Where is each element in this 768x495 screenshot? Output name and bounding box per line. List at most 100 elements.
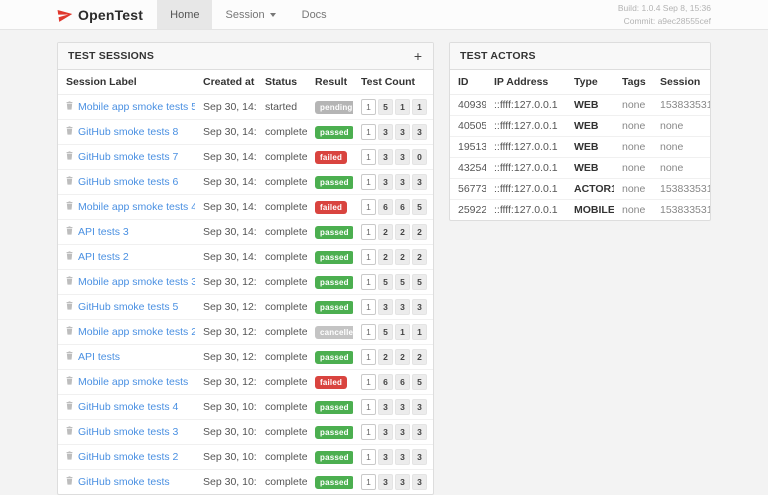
session-link[interactable]: GitHub smoke tests 8 (78, 126, 178, 138)
delete-session-icon[interactable] (66, 351, 73, 363)
test-count-chip: 1 (395, 324, 410, 340)
delete-session-icon[interactable] (66, 201, 73, 213)
test-count-chip: 5 (378, 324, 393, 340)
test-count-chip: 1 (361, 149, 376, 165)
result-badge: cancelled (315, 325, 353, 339)
actors-table-body: 40939::ffff:127.0.0.1WEBnone153833531040… (450, 94, 710, 221)
test-count-cell: 1555 (353, 269, 433, 295)
delete-session-icon[interactable] (66, 126, 73, 138)
created-at-cell: Sep 30, 10:38 (195, 419, 257, 445)
actor-tags-cell: none (614, 115, 652, 137)
test-count-chip: 6 (378, 199, 393, 215)
actor-tags-cell: none (614, 157, 652, 179)
test-count-cell: 1333 (353, 419, 433, 445)
nav-item-session[interactable]: Session (212, 0, 288, 29)
delete-session-icon[interactable] (66, 301, 73, 313)
test-count-chip: 3 (395, 124, 410, 140)
result-badge: passed (315, 125, 353, 139)
session-link[interactable]: GitHub smoke tests 7 (78, 151, 178, 163)
test-count-chip: 3 (395, 149, 410, 165)
nav-session-label: Session (225, 8, 265, 21)
actor-ip-cell: ::ffff:127.0.0.1 (486, 115, 566, 137)
test-count-chip: 2 (378, 249, 393, 265)
session-link[interactable]: API tests 3 (78, 226, 129, 238)
delete-session-icon[interactable] (66, 476, 73, 488)
session-label-cell: GitHub smoke tests 4 (58, 394, 195, 420)
session-link[interactable]: Mobile app smoke tests 4 (78, 201, 195, 213)
delete-session-icon[interactable] (66, 426, 73, 438)
session-link[interactable]: Mobile app smoke tests (78, 376, 188, 388)
actor-session-cell: none (652, 136, 710, 158)
test-count-cell: 1333 (353, 294, 433, 320)
status-cell: completed (257, 419, 307, 445)
session-link[interactable]: GitHub smoke tests 2 (78, 451, 178, 463)
chevron-down-icon (269, 12, 276, 17)
actor-tags-cell: none (614, 178, 652, 200)
sessions-table-body: Mobile app smoke tests 5Sep 30, 14:21sta… (58, 94, 433, 495)
delete-session-icon[interactable] (66, 451, 73, 463)
delete-session-icon[interactable] (66, 401, 73, 413)
status-cell: completed (257, 244, 307, 270)
session-link[interactable]: GitHub smoke tests 6 (78, 176, 178, 188)
result-badge: passed (315, 175, 353, 189)
result-cell: passed (307, 169, 353, 195)
delete-session-icon[interactable] (66, 251, 73, 263)
actor-row: 56773::ffff:127.0.0.1ACTOR1none153833531… (450, 178, 710, 200)
session-link[interactable]: Mobile app smoke tests 2 (78, 326, 195, 338)
delete-session-icon[interactable] (66, 101, 73, 113)
session-label-cell: API tests 2 (58, 244, 195, 270)
delete-session-icon[interactable] (66, 151, 73, 163)
actor-id-cell: 19513 (450, 136, 486, 158)
test-count-chip: 2 (412, 349, 427, 365)
delete-session-icon[interactable] (66, 226, 73, 238)
session-link[interactable]: API tests (78, 351, 120, 363)
session-label-cell: API tests (58, 344, 195, 370)
actor-id-cell: 25922 (458, 204, 486, 216)
session-row: Mobile app smoke tests 2Sep 30, 12:12com… (58, 319, 433, 345)
nav-item-docs[interactable]: Docs (289, 0, 340, 29)
session-link[interactable]: API tests 2 (78, 251, 129, 263)
delete-session-icon[interactable] (66, 326, 73, 338)
test-count-chip: 3 (378, 299, 393, 315)
status-cell: completed (257, 169, 307, 195)
top-navbar: OpenTest Home Session Docs Build: 1.0.4 … (0, 0, 768, 30)
session-row: Mobile app smoke tests 3Sep 30, 12:14com… (58, 269, 433, 295)
status-cell: completed (257, 194, 307, 220)
created-at-cell: Sep 30, 12:12 (195, 344, 257, 370)
result-cell: passed (307, 269, 353, 295)
actor-session-cell: 1538335310 (660, 204, 710, 216)
col-id: ID (450, 70, 486, 95)
actor-type-cell: WEB (566, 115, 614, 137)
session-label-cell: Mobile app smoke tests (58, 369, 195, 395)
session-link[interactable]: GitHub smoke tests 4 (78, 401, 178, 413)
test-count-chip: 6 (395, 199, 410, 215)
session-row: Mobile app smoke tests Sep 30, 12:10compl… (58, 369, 433, 395)
session-link[interactable]: GitHub smoke tests 3 (78, 426, 178, 438)
session-link[interactable]: GitHub smoke tests (78, 476, 170, 488)
actor-session-cell: none (652, 115, 710, 137)
session-row: API tests 2Sep 30, 14:14completedpassed1… (58, 244, 433, 270)
delete-session-icon[interactable] (66, 276, 73, 288)
nav-item-home[interactable]: Home (157, 0, 213, 29)
test-count-chip: 3 (395, 474, 410, 490)
test-count-cell: 1665 (353, 369, 433, 395)
delete-session-icon[interactable] (66, 376, 73, 388)
test-count-cell: 1665 (353, 194, 433, 220)
actor-ip-cell: ::ffff:127.0.0.1 (486, 136, 566, 158)
actor-type-cell: MOBILE (574, 204, 614, 216)
result-cell: passed (307, 119, 353, 145)
session-link[interactable]: GitHub smoke tests 5 (78, 301, 178, 313)
add-session-button[interactable]: + (413, 49, 423, 63)
session-link[interactable]: Mobile app smoke tests 5 (78, 101, 195, 113)
test-actors-heading: TEST ACTORS (450, 43, 710, 70)
session-link[interactable]: Mobile app smoke tests 3 (78, 276, 195, 288)
result-badge: failed (315, 375, 348, 389)
result-badge: passed (315, 275, 353, 289)
session-label-cell: GitHub smoke tests 7 (58, 144, 195, 170)
test-count-chip: 1 (412, 99, 427, 115)
created-at-cell: Sep 30, 10:37 (195, 444, 257, 470)
delete-session-icon[interactable] (66, 176, 73, 188)
status-cell: completed (257, 319, 307, 345)
status-cell: completed (257, 369, 307, 395)
test-count-chip: 1 (395, 99, 410, 115)
